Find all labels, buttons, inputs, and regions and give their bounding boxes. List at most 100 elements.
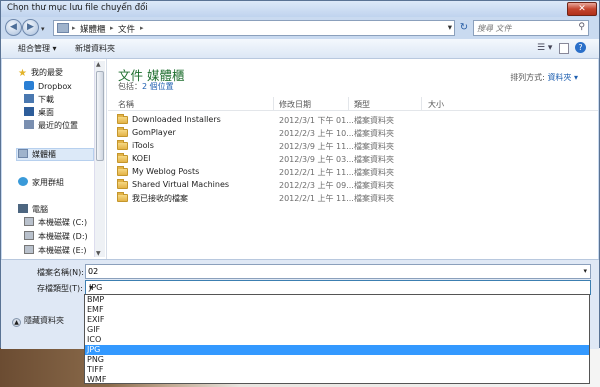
folder-icon <box>117 114 128 124</box>
address-bar[interactable]: ▸ 媒體櫃 ▸ 文件 ▸ ▾ <box>53 20 455 36</box>
file-date: 2012/3/9 上午 03... <box>279 155 354 164</box>
filetype-option[interactable]: EXIF <box>85 315 589 325</box>
search-icon: ⚲ <box>578 22 585 32</box>
scroll-down-icon[interactable]: ▼ <box>96 250 101 257</box>
sidebar-item-computer[interactable]: 電腦 <box>18 204 48 215</box>
column-header-type[interactable]: 類型 <box>354 99 370 110</box>
filename-dropdown-icon[interactable]: ▾ <box>583 267 587 275</box>
sidebar-item-libraries[interactable]: 媒體櫃 <box>18 149 56 160</box>
file-row[interactable]: GomPlayer 2012/2/3 上午 10... 檔案資料夾 <box>108 127 598 140</box>
desktop-icon <box>24 107 34 116</box>
filetype-select[interactable]: JPG ▾ <box>85 280 591 295</box>
filename-label: 檔案名稱(N): <box>37 268 84 277</box>
dropbox-icon <box>24 81 34 90</box>
back-arrow-icon: ◀ <box>10 22 17 32</box>
file-type: 檔案資料夾 <box>354 129 394 138</box>
window-title: Chọn thư mục lưu file chuyển đổi <box>7 3 148 13</box>
close-icon: ✕ <box>578 4 586 14</box>
sidebar-item-drive-d[interactable]: 本機磁碟 (D:) <box>24 231 88 242</box>
homegroup-icon <box>18 177 28 186</box>
file-date: 2012/2/3 上午 09... <box>279 181 354 190</box>
search-input[interactable] <box>477 22 567 34</box>
column-header-name[interactable]: 名稱 <box>118 99 134 110</box>
navigation-pane: ★ 我的最愛 Dropbox 下載 桌面 最近的位置 媒體櫃 家用群組 電腦 本… <box>2 59 107 259</box>
history-dropdown-icon[interactable]: ▾ <box>41 25 45 33</box>
filetype-option-selected[interactable]: JPG <box>85 345 589 355</box>
scrollbar-thumb[interactable] <box>96 71 104 161</box>
column-divider[interactable] <box>421 97 422 111</box>
column-header-modified[interactable]: 修改日期 <box>279 99 311 110</box>
back-button[interactable]: ◀ <box>5 19 22 36</box>
file-row[interactable]: 我已接收的檔案 2012/2/1 上午 11... 檔案資料夾 <box>108 192 598 205</box>
file-row[interactable]: Downloaded Installers 2012/3/1 下午 01... … <box>108 114 598 127</box>
collapse-icon: ▲ <box>12 318 21 327</box>
folder-icon <box>117 192 128 202</box>
file-row[interactable]: My Weblog Posts 2012/2/1 上午 11... 檔案資料夾 <box>108 166 598 179</box>
forward-button[interactable]: ▶ <box>22 19 39 36</box>
sidebar-item-homegroup[interactable]: 家用群組 <box>18 177 64 188</box>
filetype-option[interactable]: PNG <box>85 355 589 365</box>
breadcrumb-libraries[interactable]: 媒體櫃 <box>80 23 106 35</box>
file-row[interactable]: iTools 2012/3/9 上午 11... 檔案資料夾 <box>108 140 598 153</box>
main-pane: ★ 我的最愛 Dropbox 下載 桌面 最近的位置 媒體櫃 家用群組 電腦 本… <box>2 59 598 259</box>
forward-arrow-icon: ▶ <box>27 22 34 32</box>
filetype-option[interactable]: EMF <box>85 305 589 315</box>
sidebar-item-recent-places[interactable]: 最近的位置 <box>24 120 78 131</box>
column-divider[interactable] <box>273 97 274 111</box>
file-type: 檔案資料夾 <box>354 116 394 125</box>
preview-pane-icon[interactable] <box>559 43 569 54</box>
address-dropdown-icon[interactable]: ▾ <box>448 23 452 33</box>
file-type: 檔案資料夾 <box>354 155 394 164</box>
file-type: 檔案資料夾 <box>354 194 394 203</box>
filename-combobox[interactable]: ▾ <box>85 264 591 279</box>
new-folder-button[interactable]: 新增資料夾 <box>75 43 115 54</box>
file-list-pane: 文件 媒體櫃 包括：2 個位置 排列方式: 資料夾 ▾ 名稱 修改日期 類型 大… <box>108 59 598 259</box>
column-divider[interactable] <box>348 97 349 111</box>
folder-icon <box>117 153 128 163</box>
sidebar-item-drive-c[interactable]: 本機磁碟 (C:) <box>24 217 87 228</box>
sidebar-item-favorites[interactable]: ★ 我的最愛 <box>18 67 63 79</box>
help-icon[interactable]: ? <box>575 42 586 53</box>
refresh-icon: ↻ <box>459 22 469 33</box>
recent-places-icon <box>24 120 34 129</box>
scroll-up-icon[interactable]: ▲ <box>96 61 101 68</box>
file-type: 檔案資料夾 <box>354 142 394 151</box>
library-includes: 包括：2 個位置 <box>118 82 174 91</box>
breadcrumb-separator-icon: ▸ <box>140 24 144 32</box>
filetype-dropdown-list: BMP EMF EXIF GIF ICO JPG PNG TIFF WMF <box>84 294 590 384</box>
file-row[interactable]: KOEI 2012/3/9 上午 03... 檔案資料夾 <box>108 153 598 166</box>
filetype-option[interactable]: TIFF <box>85 365 589 375</box>
file-date: 2012/2/3 上午 10... <box>279 129 354 138</box>
sidebar-item-desktop[interactable]: 桌面 <box>24 107 54 118</box>
view-options-icon[interactable]: ☰ ▾ <box>537 43 552 53</box>
file-date: 2012/3/9 上午 11... <box>279 142 354 151</box>
file-name: 我已接收的檔案 <box>132 194 188 203</box>
filetype-dropdown-icon[interactable]: ▾ <box>89 283 587 292</box>
sidebar-item-drive-e[interactable]: 本機磁碟 (E:) <box>24 245 87 256</box>
library-icon <box>57 23 69 33</box>
sidebar-scrollbar[interactable]: ▲ ▼ <box>94 61 105 257</box>
library-locations-link[interactable]: 2 個位置 <box>142 82 174 91</box>
file-row[interactable]: Shared Virtual Machines 2012/2/3 上午 09..… <box>108 179 598 192</box>
column-header-size[interactable]: 大小 <box>428 99 444 110</box>
file-name: Downloaded Installers <box>132 115 221 124</box>
sidebar-item-dropbox[interactable]: Dropbox <box>24 81 72 91</box>
filetype-option[interactable]: GIF <box>85 325 589 335</box>
filetype-option[interactable]: ICO <box>85 335 589 345</box>
breadcrumb-documents[interactable]: 文件 <box>118 23 135 35</box>
drive-icon <box>24 231 34 240</box>
arrange-by: 排列方式: 資料夾 ▾ <box>510 73 578 82</box>
folder-icon <box>117 127 128 137</box>
sidebar-item-downloads[interactable]: 下載 <box>24 94 54 105</box>
arrange-by-dropdown[interactable]: 資料夾 ▾ <box>547 73 578 82</box>
refresh-button[interactable]: ↻ <box>457 20 471 36</box>
filetype-option[interactable]: WMF <box>85 375 589 385</box>
filename-input[interactable] <box>88 266 568 277</box>
organize-button[interactable]: 組合管理 ▾ <box>18 43 57 54</box>
hide-folders-button[interactable]: ▲ 隱藏資料夾 <box>12 315 64 327</box>
drive-icon <box>24 217 34 226</box>
library-icon <box>18 149 28 158</box>
search-box[interactable]: ⚲ <box>473 20 589 36</box>
filetype-option[interactable]: BMP <box>85 295 589 305</box>
close-button[interactable]: ✕ <box>567 2 597 16</box>
